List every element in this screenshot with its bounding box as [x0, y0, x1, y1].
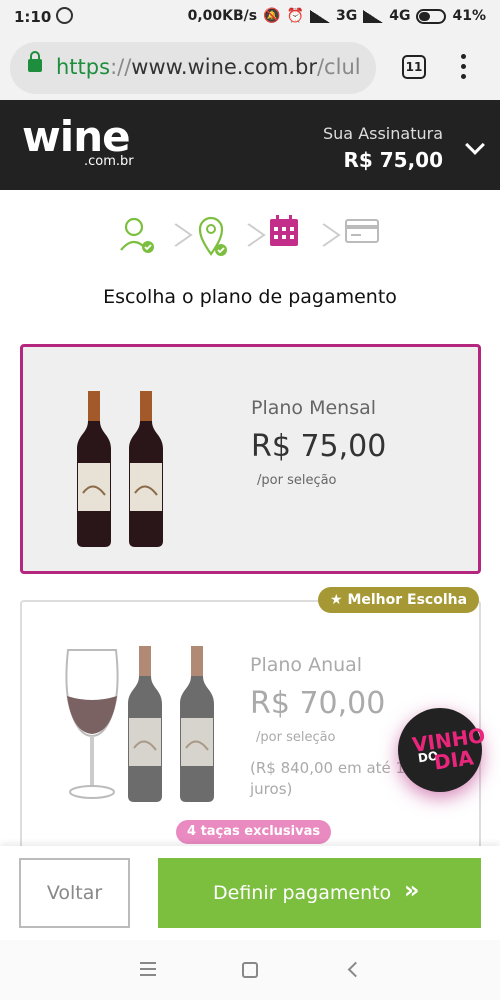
subscription-price: R$ 75,00: [343, 148, 443, 172]
network-label-2: 4G: [389, 8, 411, 24]
browser-toolbar: https://www.wine.com.br/clul 11: [0, 36, 500, 100]
action-bar: Voltar Definir pagamento »: [0, 846, 500, 940]
location-check-icon: [198, 216, 227, 256]
status-bar: 1:10 0,00KB/s 🔕 ⏰ 3G 4G 41%: [0, 0, 500, 36]
recent-apps-icon[interactable]: [140, 962, 156, 976]
tabs-button[interactable]: 11: [402, 55, 426, 79]
calendar-icon: [270, 215, 298, 246]
credit-card-icon: [345, 219, 379, 243]
step-separator: [243, 220, 255, 250]
star-icon: ★: [330, 592, 343, 608]
define-payment-button[interactable]: Definir pagamento »: [158, 858, 481, 928]
wine-bottle-icon: [129, 391, 163, 547]
vinho-do-dia-button[interactable]: VINHO DO DIA: [398, 708, 487, 792]
address-bar[interactable]: https://www.wine.com.br/clul: [10, 42, 376, 94]
best-choice-badge: ★ Melhor Escolha: [318, 587, 480, 613]
checkout-steps: [0, 210, 500, 260]
wine-bottle-icon: [180, 646, 214, 802]
plan-name: Plano Mensal: [251, 397, 377, 419]
alarm-icon: ⏰: [286, 8, 305, 24]
dia-label: DIA: [432, 745, 476, 775]
logo-subtext: .com.br: [84, 154, 134, 169]
best-choice-label: Melhor Escolha: [347, 592, 468, 608]
wine-glass-icon: [65, 649, 119, 799]
step-separator: [170, 220, 182, 250]
wine-logo[interactable]: wine .com.br: [22, 112, 162, 172]
plan-price-unit: /por seleção: [256, 730, 336, 745]
double-chevron-right-icon: »: [404, 876, 420, 904]
signal-icon-2: [363, 9, 384, 23]
plan-price: R$ 70,00: [250, 686, 386, 721]
site-header: wine .com.br Sua Assinatura R$ 75,00: [0, 100, 500, 190]
page-title: Escolha o plano de pagamento: [103, 286, 397, 308]
battery-level: 41%: [452, 8, 486, 24]
battery-icon: [416, 8, 447, 24]
signal-icon: [310, 9, 331, 23]
home-icon[interactable]: [242, 962, 258, 978]
define-payment-label: Definir pagamento: [213, 882, 392, 904]
plan-price: R$ 75,00: [251, 429, 387, 464]
url-path: /clul: [316, 55, 361, 79]
status-time: 1:10: [14, 8, 52, 26]
plan-price-unit: /por seleção: [257, 473, 337, 488]
network-label-1: 3G: [336, 8, 358, 24]
lock-icon: [28, 51, 42, 72]
mute-icon: 🔕: [263, 8, 281, 24]
back-icon[interactable]: [347, 961, 364, 978]
back-button[interactable]: Voltar: [19, 858, 130, 928]
url-separator: ://: [110, 55, 132, 79]
url-text[interactable]: https://www.wine.com.br/clul: [56, 55, 361, 79]
url-host: www.wine.com.br: [131, 55, 317, 79]
plan-card-monthly[interactable]: Plano Mensal R$ 75,00 /por seleção: [20, 344, 481, 574]
url-scheme: https: [56, 55, 111, 79]
chevron-down-icon[interactable]: [465, 135, 485, 155]
step-separator: [318, 220, 330, 250]
user-check-icon: [120, 217, 154, 253]
wine-bottle-icon: [128, 646, 162, 802]
exclusive-glasses-badge: 4 taças exclusivas: [176, 820, 332, 844]
subscription-label: Sua Assinatura: [323, 124, 443, 143]
system-nav-bar: [0, 940, 500, 1000]
wine-bottle-icon: [77, 391, 111, 547]
whatsapp-icon: [56, 7, 73, 24]
plan-name: Plano Anual: [250, 654, 363, 676]
overflow-menu-icon[interactable]: [459, 54, 467, 82]
network-speed: 0,00KB/s: [187, 8, 258, 24]
status-right: 0,00KB/s 🔕 ⏰ 3G 4G 41%: [188, 8, 486, 24]
